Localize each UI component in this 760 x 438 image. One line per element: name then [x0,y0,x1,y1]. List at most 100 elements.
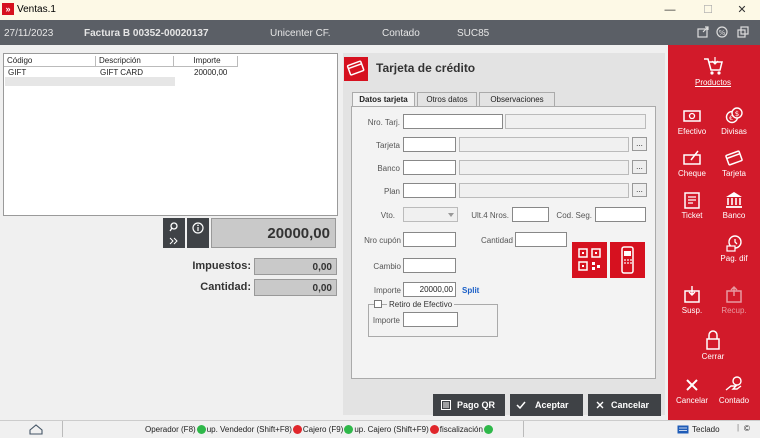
recover-icon [726,286,742,303]
status-fiscalizacion: fiscalización [439,425,483,434]
banco-input[interactable] [403,160,456,175]
pag-dif-button[interactable]: Pag. dif [714,233,754,263]
efectivo-label: Efectivo [677,127,707,136]
susp-label: Susp. [681,306,703,315]
ticket-button[interactable]: Ticket [672,190,712,220]
row-descripcion[interactable]: GIFT CARD [100,68,143,77]
plan-lookup-button[interactable]: ... [632,183,647,197]
status-divider: | [737,423,740,432]
tab-datos-tarjeta[interactable]: Datos tarjeta [352,92,415,107]
total-value: 20000,00 [211,218,336,248]
plan-label: Plan [383,187,400,196]
importe-input[interactable]: 20000,00 [403,282,456,297]
aceptar-button[interactable]: Aceptar [510,394,583,416]
col-header-importe[interactable]: Importe [174,56,238,67]
recup-label: Recup. [721,306,747,315]
contado-button[interactable]: Contado [714,375,754,405]
cod-seg-input[interactable] [595,207,646,222]
pago-qr-icon [441,400,451,410]
status-bar: Operador (F8) up. Vendedor (Shift+F8) Caje… [0,420,760,438]
tarjeta-lookup-button[interactable]: ... [632,137,647,151]
svg-text:$: $ [735,110,739,118]
items-grid[interactable]: Código Descripción Importe GIFT GIFT CAR… [3,53,338,216]
discount-icon[interactable]: % [716,26,728,38]
vto-select[interactable] [403,207,458,222]
minimize-button[interactable]: — [652,0,688,20]
split-link[interactable]: Split [462,286,479,295]
customer-label: Unicenter CF. [270,28,331,39]
tab-observaciones[interactable]: Observaciones [479,92,555,106]
retiro-importe-label: Importe [372,316,400,325]
tarjeta-label: Tarjeta [375,141,400,150]
contado-label: Contado [718,396,750,405]
retiro-checkbox[interactable] [374,300,382,308]
pago-qr-button[interactable]: Pago QR [433,394,505,416]
suspender-button[interactable]: Susp. [672,285,712,315]
retiro-label: Retiro de Efectivo [387,300,455,309]
check-icon [516,401,526,409]
pago-qr-label: Pago QR [457,400,496,410]
banco-label: Banco [377,164,400,173]
banco-lookup-button[interactable]: ... [632,160,647,174]
qr-code-icon [578,248,601,271]
keyboard-icon[interactable] [677,425,689,434]
tarjeta-input[interactable] [403,137,456,152]
search-button[interactable] [163,218,185,248]
col-header-codigo[interactable]: Código [4,56,96,67]
qr-code-button[interactable] [572,242,607,278]
home-icon[interactable] [29,424,43,435]
table-row[interactable] [5,77,175,86]
cheque-button[interactable]: Cheque [672,148,712,178]
impuestos-label: Impuestos: [192,260,251,272]
export-icon[interactable] [697,26,709,38]
pag-dif-label: Pag. dif [720,254,748,263]
cheque-icon [683,150,701,165]
cash-icon [683,110,701,122]
card-panel-title: Tarjeta de crédito [376,61,476,75]
divisas-button[interactable]: $ € Divisas [714,106,754,136]
action-sidebar: Productos Efectivo $ € Divisas Cheque Tar… [668,45,760,420]
row-codigo[interactable]: GIFT [8,68,26,77]
info-bar: 27/11/2023 Factura B 00352-00020137 Unic… [0,20,760,45]
info-button[interactable] [187,218,209,248]
col-header-descripcion[interactable]: Descripción [96,56,174,67]
efectivo-button[interactable]: Efectivo [672,106,712,136]
tarjeta-description-field [459,137,629,152]
impuestos-value: 0,00 [254,258,337,275]
title-bar: » Ventas.1 — ☐ ✕ [0,0,760,20]
plan-input[interactable] [403,183,456,198]
banco-button[interactable]: Banco [714,190,754,220]
cancelar-button[interactable]: Cancelar [588,394,661,416]
svg-text:€: € [729,115,733,122]
teclado-label[interactable]: Teclado [692,425,720,434]
ult4-input[interactable] [512,207,549,222]
nro-cupon-input[interactable] [403,232,456,247]
maximize-button[interactable]: ☐ [690,0,726,20]
copyright-icon: © [744,424,750,433]
banco-label: Banco [722,211,746,220]
copy-icon[interactable] [737,26,749,38]
branch-label: SUC85 [457,28,490,39]
cambio-input[interactable] [403,258,456,273]
cheque-label: Cheque [677,169,707,178]
pos-terminal-button[interactable] [610,242,645,278]
retiro-importe-input[interactable] [403,312,458,327]
cancelar-venta-button[interactable]: Cancelar [672,375,712,405]
status-dot-ok [196,425,206,435]
document-label: Factura B 00352-00020137 [84,28,209,39]
tarjeta-button[interactable]: Tarjeta [714,148,754,178]
close-window-button[interactable]: ✕ [724,0,760,20]
shopping-cart-icon [704,57,723,75]
tab-otros-datos[interactable]: Otros datos [417,92,477,106]
divisas-label: Divisas [721,127,747,136]
row-importe[interactable]: 20000,00 [194,68,227,77]
nro-tarj-extra-field [505,114,646,129]
status-dot-error [292,425,302,435]
currency-exchange-icon: $€ [725,107,743,124]
cerrar-button[interactable]: Cerrar [693,329,733,361]
recuperar-button[interactable]: Recup. [714,285,754,315]
cantidad-input[interactable] [515,232,567,247]
nro-tarj-input[interactable] [403,114,503,129]
vto-label: Vto. [380,211,395,220]
productos-button[interactable]: Productos [693,55,733,87]
